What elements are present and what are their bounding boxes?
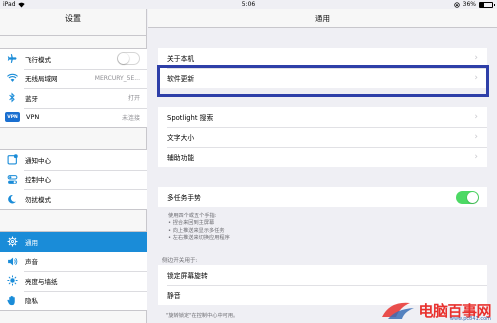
sidebar-group-general: 通用 声音 亮度与墙纸 隐私 [0, 231, 147, 311]
sidebar-item-label: 隐私 [25, 297, 38, 306]
watermark-logo-icon [382, 302, 415, 319]
wifi-icon [6, 72, 18, 84]
sidebar-item-label: 声音 [25, 258, 38, 267]
sidebar-item-wifi[interactable]: 无线局域网 MERCURY_5E... [0, 68, 147, 89]
chevron-right-icon: › [474, 152, 478, 162]
notification-center-icon [6, 154, 18, 166]
airplane-icon [6, 52, 18, 65]
sidebar-item-label: 无线局域网 [25, 75, 58, 84]
multitask-group: 多任务手势 [158, 187, 487, 207]
software-update-highlight-box [157, 65, 489, 97]
airplane-mode-toggle[interactable] [117, 52, 140, 66]
row-spotlight-search[interactable]: Spotlight 搜索 › [158, 107, 487, 127]
multitask-footnote: 使用四个或五个手指: • 捏合来回到主屏幕 • 向上推送来显示多任务 • 左右推… [168, 213, 230, 242]
row-label: 文字大小 [167, 134, 195, 142]
site-watermark: 电脑百事网 www.pc841.com [380, 299, 491, 322]
sidebar-group-center: 通知中心 控制中心 勿扰模式 [0, 149, 147, 210]
row-lock-rotation[interactable]: 锁定屏幕旋转 [158, 265, 487, 285]
sidebar-group-connectivity: 飞行模式 无线局域网 MERCURY_5E... 蓝牙 打开 VPN VPN 未… [0, 48, 147, 128]
status-bar: iPad 5:06 36% [0, 0, 497, 9]
sidebar-item-notification-center[interactable]: 通知中心 [0, 150, 147, 170]
side-switch-footnote: "旋转锁定"在控制中心中可用。 [166, 313, 239, 319]
sidebar-item-general[interactable]: 通用 [0, 232, 147, 252]
sidebar-item-label: 通用 [25, 238, 38, 247]
footnote-line: • 捏合来回到主屏幕 [168, 220, 215, 227]
footnote-line: • 左右推送来切换应用程序 [168, 234, 230, 241]
sidebar-item-label: VPN [26, 113, 40, 122]
brightness-icon [6, 275, 18, 287]
sidebar-item-sounds[interactable]: 声音 [0, 252, 147, 272]
row-label: 辅助功能 [167, 154, 195, 162]
rotation-lock-icon [453, 1, 460, 8]
settings-sidebar: 设置 飞行模式 无线局域网 MERCURY_5E... 蓝牙 打开 VPN VP… [0, 9, 147, 323]
chevron-right-icon: › [474, 112, 478, 122]
sidebar-item-label: 亮度与墙纸 [25, 277, 58, 286]
sidebar-item-label: 通知中心 [25, 156, 51, 165]
battery-icon [479, 2, 495, 8]
sidebar-item-privacy[interactable]: 隐私 [0, 290, 147, 311]
chevron-right-icon: › [474, 53, 478, 63]
row-multitasking-gestures: 多任务手势 [158, 187, 487, 207]
row-label: Spotlight 搜索 [167, 114, 214, 122]
chevron-right-icon: › [474, 132, 478, 142]
footnote-line: • 向上推送来显示多任务 [168, 227, 225, 234]
sidebar-item-brightness-wallpaper[interactable]: 亮度与墙纸 [0, 271, 147, 291]
control-center-icon [6, 173, 18, 185]
row-text-size[interactable]: 文字大小 › [158, 127, 487, 147]
sidebar-item-bluetooth[interactable]: 蓝牙 打开 [0, 88, 147, 108]
bluetooth-value: 打开 [127, 95, 140, 103]
search-text-accessibility-group: Spotlight 搜索 › 文字大小 › 辅助功能 › [158, 107, 487, 167]
sidebar-item-label: 飞行模式 [25, 55, 51, 64]
status-right: 36% [453, 0, 495, 9]
sidebar-item-airplane-mode[interactable]: 飞行模式 [0, 49, 147, 69]
sidebar-item-label: 勿扰模式 [25, 195, 51, 204]
row-label: 多任务手势 [167, 194, 201, 202]
general-settings-panel: 通用 关于本机 › 软件更新 › Spotlight 搜索 › 文字大小 › 辅… [148, 9, 497, 323]
sidebar-item-do-not-disturb[interactable]: 勿扰模式 [0, 189, 147, 209]
sidebar-item-label: 蓝牙 [25, 94, 38, 103]
page-title: 通用 [148, 9, 497, 28]
sidebar-title: 设置 [0, 9, 146, 36]
row-label: 锁定屏幕旋转 [167, 272, 208, 280]
watermark-url: www.pc841.com [449, 316, 491, 322]
sidebar-item-label: 控制中心 [25, 176, 51, 185]
row-label: 关于本机 [167, 55, 195, 63]
multitasking-gestures-toggle[interactable] [456, 190, 479, 204]
side-switch-header: 侧边开关用于: [162, 258, 198, 264]
gear-icon [6, 236, 18, 248]
wifi-network-value: MERCURY_5E... [94, 74, 140, 82]
speaker-icon [6, 255, 18, 267]
hand-icon [6, 294, 18, 306]
sidebar-item-control-center[interactable]: 控制中心 [0, 169, 147, 190]
bluetooth-icon [6, 92, 18, 104]
vpn-value: 未连接 [121, 114, 140, 122]
battery-percent: 36% [462, 1, 476, 8]
moon-icon [6, 193, 18, 205]
row-accessibility[interactable]: 辅助功能 › [158, 147, 487, 167]
status-time: 5:06 [241, 1, 256, 8]
vpn-icon: VPN [5, 112, 20, 123]
sidebar-item-vpn[interactable]: VPN VPN 未连接 [0, 107, 147, 128]
